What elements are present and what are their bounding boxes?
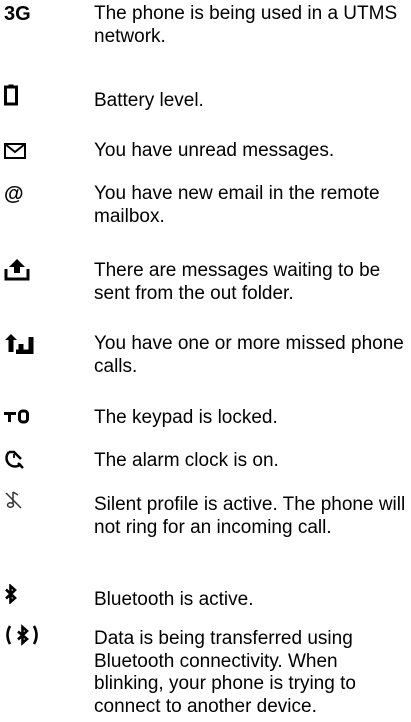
battery-icon [4,84,44,110]
indicator-description: The phone is being used in a UTMS networ… [94,3,398,47]
at-sign-icon: @ [4,183,44,209]
indicator-description: You have unread messages. [94,140,335,161]
indicator-description: The keypad is locked. [94,407,278,428]
3g-text-icon: 3G [4,3,44,29]
indicator-description: There are messages waiting to be sent fr… [94,260,381,304]
indicator-description: Data is being transferred using Bluetoot… [94,628,356,717]
bluetooth-icon [4,584,44,610]
indicator-description: Battery level. [94,90,204,111]
alarm-clock-icon [4,449,44,475]
missed-call-icon [4,332,44,358]
indicator-description: Bluetooth is active. [94,589,254,610]
bluetooth-data-icon [4,624,48,650]
keypad-lock-icon [4,409,44,435]
outbox-upload-icon [4,259,44,285]
3g-icon-label: 3G [4,3,31,25]
indicator-description: You have new email in the remote mailbox… [94,183,380,227]
envelope-icon [4,143,44,169]
indicator-description: You have one or more missed phone calls. [94,333,404,377]
at-icon-label: @ [4,183,24,205]
silent-profile-icon [4,490,44,516]
indicator-description: Silent profile is active. The phone will… [94,494,406,538]
indicator-description: The alarm clock is on. [94,450,279,471]
